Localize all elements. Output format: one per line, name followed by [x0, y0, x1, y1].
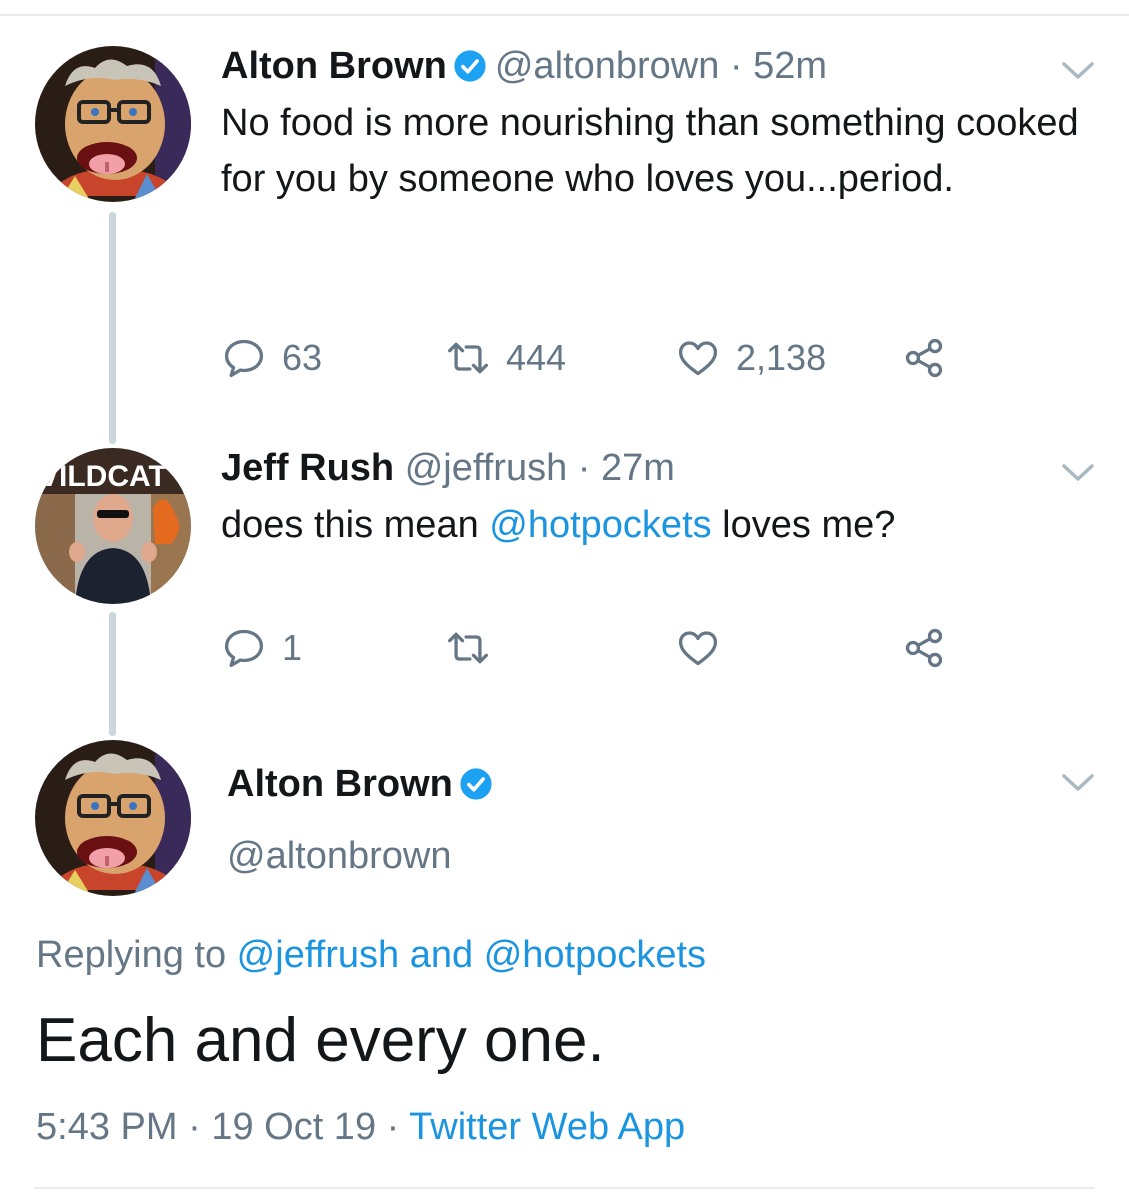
- author-name[interactable]: Alton Brown: [227, 763, 453, 805]
- reply-button[interactable]: 1: [222, 626, 302, 670]
- verified-badge-icon: [460, 768, 492, 800]
- chevron-down-icon[interactable]: [1061, 60, 1095, 82]
- avatar-alton-brown[interactable]: [35, 46, 191, 202]
- reply-text: Each and every one.: [36, 1006, 605, 1075]
- author-name[interactable]: Alton Brown: [221, 45, 447, 87]
- tweet-text-end: loves me?: [711, 504, 896, 546]
- avatar-alton-brown[interactable]: [35, 740, 191, 896]
- tweet-header: Alton Brown @altonbrown · 52m: [221, 44, 827, 88]
- reply-bubble-icon: [224, 629, 264, 668]
- reply-count: 1: [282, 627, 303, 668]
- reply-count: 63: [282, 337, 323, 378]
- tweet-text: No food is more nourishing than somethin…: [221, 102, 1079, 200]
- chevron-down-icon[interactable]: [1061, 772, 1095, 794]
- tweet-text-start: does this mean: [221, 504, 490, 546]
- tweet-text: does this mean @hotpockets loves me?: [221, 497, 1081, 553]
- like-button[interactable]: [676, 626, 736, 670]
- thread-connector-line: [109, 212, 116, 444]
- separator-dot: ·: [386, 1106, 400, 1148]
- thread-connector-line: [109, 612, 116, 736]
- retweet-icon: [448, 632, 488, 664]
- reply-button[interactable]: 63: [222, 336, 322, 380]
- retweet-button[interactable]: 444: [446, 336, 566, 380]
- separator-dot: ·: [577, 447, 591, 489]
- like-button[interactable]: 2,138: [676, 336, 826, 380]
- chevron-down-icon[interactable]: [1061, 462, 1095, 484]
- puppet-avatar-icon: [35, 46, 191, 202]
- author-handle[interactable]: @altonbrown: [227, 834, 451, 878]
- heart-icon: [678, 341, 718, 376]
- replying-to-line: Replying to @jeffrush and @hotpockets: [36, 932, 706, 978]
- share-icon: [905, 628, 943, 668]
- retweet-count: 444: [506, 337, 567, 378]
- retweet-icon: [448, 342, 488, 374]
- author-name[interactable]: Jeff Rush: [221, 447, 394, 489]
- tweet-date[interactable]: 19 Oct 19: [211, 1106, 376, 1148]
- replying-users-link[interactable]: @jeffrush and @hotpockets: [237, 934, 706, 976]
- verified-badge-icon: [454, 50, 486, 82]
- tweet-time[interactable]: 5:43 PM: [36, 1106, 178, 1148]
- like-count: 2,138: [736, 337, 827, 378]
- share-button[interactable]: [902, 336, 962, 380]
- heart-icon: [678, 631, 718, 666]
- author-handle[interactable]: @jeffrush: [405, 447, 568, 489]
- avatar-jeff-rush[interactable]: VILDCAT: [35, 448, 191, 604]
- replying-prefix: Replying to: [36, 934, 237, 976]
- tweet-time[interactable]: 52m: [753, 45, 827, 87]
- share-icon: [905, 338, 943, 378]
- top-divider: [0, 14, 1129, 16]
- author-name-row: Alton Brown: [227, 762, 501, 806]
- reply-bubble-icon: [224, 339, 264, 378]
- tweet-header: Jeff Rush @jeffrush · 27m: [221, 446, 675, 490]
- source-app-link[interactable]: Twitter Web App: [409, 1106, 685, 1148]
- author-handle[interactable]: @altonbrown: [495, 45, 719, 87]
- puppet-avatar-icon: [35, 740, 191, 896]
- share-button[interactable]: [902, 626, 962, 670]
- separator-dot: ·: [729, 45, 743, 87]
- bottom-divider: [34, 1187, 1095, 1189]
- tweet-metadata: 5:43 PM · 19 Oct 19 · Twitter Web App: [36, 1104, 685, 1150]
- mention-link[interactable]: @hotpockets: [489, 504, 711, 546]
- separator-dot: ·: [188, 1106, 201, 1148]
- person-avatar-icon: VILDCAT: [35, 448, 191, 604]
- retweet-button[interactable]: [446, 626, 506, 670]
- tweet-time[interactable]: 27m: [601, 447, 675, 489]
- avatar-banner-text: VILDCAT: [39, 460, 167, 493]
